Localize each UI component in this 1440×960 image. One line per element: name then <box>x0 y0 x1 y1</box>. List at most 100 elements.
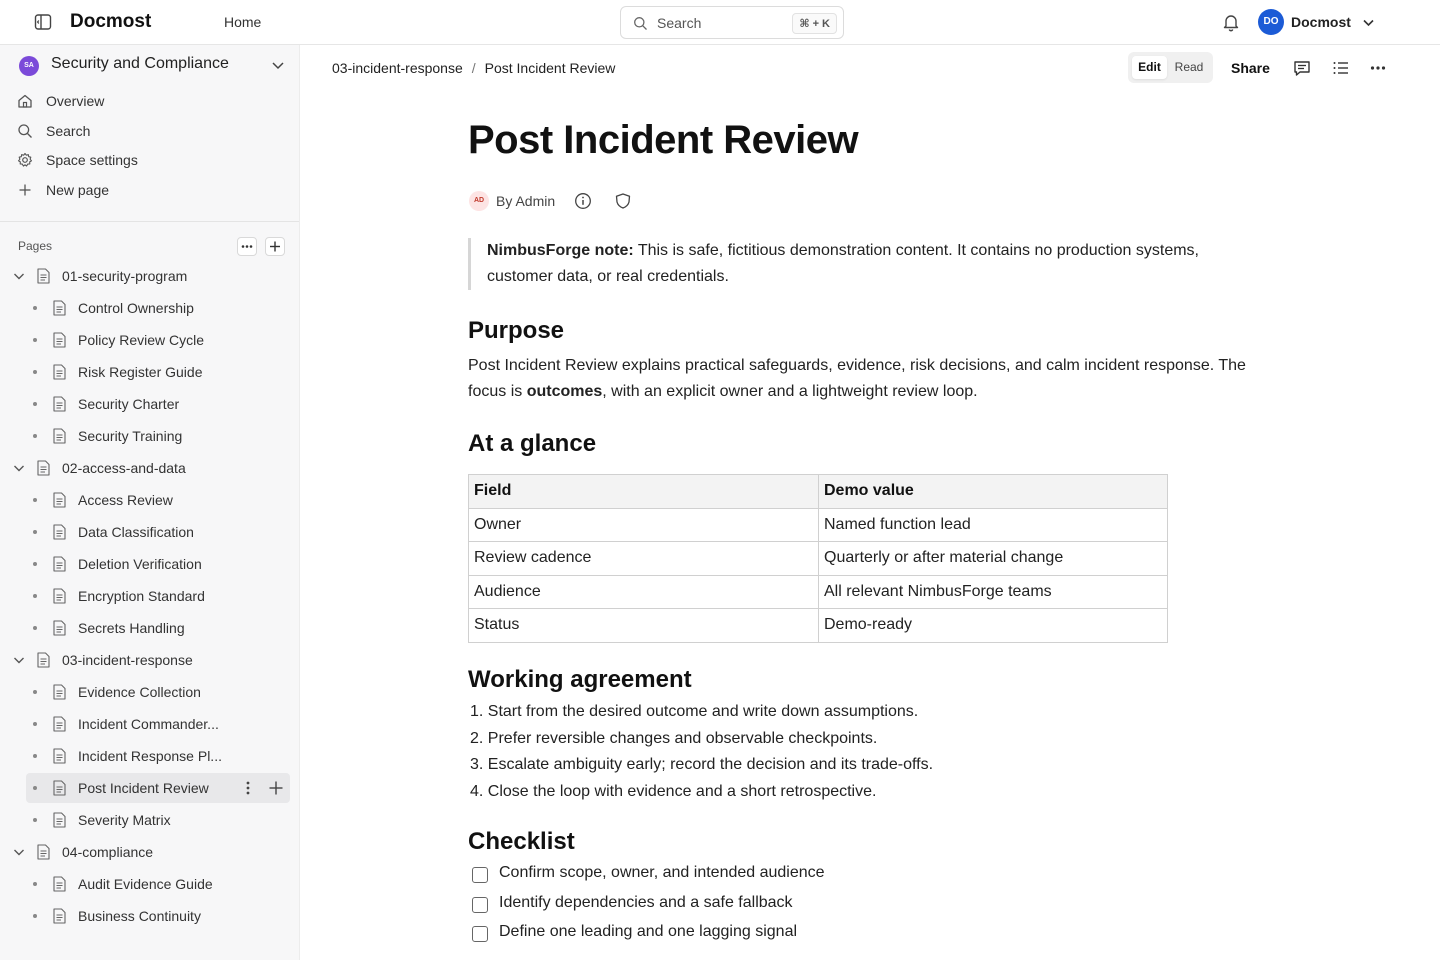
chevron-down-icon[interactable] <box>12 461 26 475</box>
pages-more-button[interactable] <box>237 237 257 256</box>
page-icon <box>53 332 66 348</box>
plus-icon[interactable] <box>268 780 284 796</box>
info-icon[interactable] <box>574 192 592 210</box>
tree-page[interactable]: Incident Response Pl... <box>0 741 299 771</box>
share-button[interactable]: Share <box>1231 60 1270 76</box>
chevron-down-icon[interactable] <box>1362 16 1375 29</box>
edit-mode-button[interactable]: Edit <box>1132 56 1167 79</box>
tree-page[interactable]: Data Classification <box>0 517 299 547</box>
tree-page[interactable]: Policy Review Cycle <box>0 325 299 355</box>
more-options-icon[interactable] <box>1369 59 1387 77</box>
tree-page[interactable]: Evidence Collection <box>0 677 299 707</box>
read-mode-button[interactable]: Read <box>1171 56 1207 79</box>
working-agreement-list: 1. Start from the desired outcome and wr… <box>470 699 933 805</box>
tree-folder[interactable]: 01-security-program <box>0 261 299 291</box>
tree-page[interactable]: Access Review <box>0 485 299 515</box>
tree-bullet <box>33 626 37 630</box>
comment-icon[interactable] <box>1293 59 1311 77</box>
checklist-item-label: Identify dependencies and a safe fallbac… <box>499 893 793 911</box>
tree-page[interactable]: Business Continuity <box>0 901 299 931</box>
table-cell: Demo-ready <box>818 608 1168 643</box>
tree-item-label: Incident Commander... <box>78 716 219 732</box>
user-menu[interactable]: Docmost <box>1291 14 1351 30</box>
sidebar-item-space-settings[interactable]: Space settings <box>0 145 299 175</box>
breadcrumb: 03-incident-response / Post Incident Revie… <box>332 60 615 76</box>
table-row: Audience All relevant NimbusForge teams <box>468 574 1168 609</box>
breadcrumb-item[interactable]: Post Incident Review <box>485 60 616 76</box>
tree-page[interactable]: Encryption Standard <box>0 581 299 611</box>
tree-folder[interactable]: 02-access-and-data <box>0 453 299 483</box>
page-icon <box>53 396 66 412</box>
sidebar-item-search[interactable]: Search <box>0 116 299 146</box>
page-icon <box>53 428 66 444</box>
breadcrumb-item[interactable]: 03-incident-response <box>332 60 463 76</box>
tree-folder[interactable]: 04-compliance <box>0 837 299 867</box>
avatar[interactable]: DO <box>1258 9 1284 35</box>
chevron-down-icon <box>271 58 285 72</box>
page-icon <box>53 588 66 604</box>
page-icon <box>53 908 66 924</box>
space-switcher[interactable]: SA Security and Compliance <box>0 45 299 85</box>
tree-page[interactable]: Severity Matrix <box>0 805 299 835</box>
app-logo[interactable]: Docmost <box>70 11 151 33</box>
add-page-button[interactable] <box>265 237 285 256</box>
page-icon <box>53 620 66 636</box>
table-header-row: Field Demo value <box>468 474 1168 509</box>
heading-checklist: Checklist <box>468 828 575 855</box>
tree-item-label: 04-compliance <box>62 844 154 860</box>
tree-page[interactable]: Risk Register Guide <box>0 357 299 387</box>
tree-item-label: Incident Response Pl... <box>78 748 222 764</box>
chevron-down-icon[interactable] <box>12 845 26 859</box>
checkbox[interactable] <box>472 896 488 913</box>
tree-page[interactable]: Security Training <box>0 421 299 451</box>
tree-item-label: Deletion Verification <box>78 556 202 572</box>
tree-item-label: Security Charter <box>78 396 180 412</box>
page-title[interactable]: Post Incident Review <box>468 118 859 163</box>
tree-page[interactable]: Secrets Handling <box>0 613 299 643</box>
table-cell: Quarterly or after material change <box>818 541 1168 576</box>
sidebar-toggle-icon[interactable] <box>34 13 52 31</box>
checkbox[interactable] <box>472 926 488 942</box>
edit-read-toggle: Edit Read <box>1128 52 1213 83</box>
callout-note: NimbusForge note: This is safe, fictitio… <box>468 238 1258 290</box>
page-icon <box>53 812 66 828</box>
table-cell: Status <box>468 608 819 643</box>
table-of-contents-icon[interactable] <box>1332 59 1350 77</box>
tree-page[interactable]: Control Ownership <box>0 293 299 323</box>
heading-working-agreement: Working agreement <box>468 666 692 693</box>
sidebar-item-label: Space settings <box>46 152 138 168</box>
chevron-down-icon[interactable] <box>12 269 26 283</box>
search-button[interactable]: Search ⌘ + K <box>620 6 844 39</box>
bell-icon[interactable] <box>1221 12 1241 32</box>
sidebar-item-new-page[interactable]: New page <box>0 175 299 205</box>
list-item: 4. Close the loop with evidence and a sh… <box>470 782 877 800</box>
space-name: Security and Compliance <box>51 55 229 72</box>
kebab-menu-icon[interactable] <box>240 780 256 796</box>
tree-page[interactable]: Security Charter <box>0 389 299 419</box>
table-cell: Owner <box>468 507 819 542</box>
tree-bullet <box>33 338 37 342</box>
page-icon <box>53 364 66 380</box>
page-icon <box>53 684 66 700</box>
tree-bullet <box>33 818 37 822</box>
tree-page[interactable]: Incident Commander... <box>0 709 299 739</box>
tree-folder[interactable]: 03-incident-response <box>0 645 299 675</box>
page-icon <box>53 556 66 572</box>
shield-icon[interactable] <box>614 192 632 210</box>
chevron-down-icon[interactable] <box>12 653 26 667</box>
gear-icon <box>17 152 33 168</box>
sidebar-item-label: Overview <box>46 93 105 109</box>
home-link[interactable]: Home <box>224 14 261 30</box>
tree-page[interactable]: Deletion Verification <box>0 549 299 579</box>
tree-item-label: Encryption Standard <box>78 588 205 604</box>
list-item: 1. Start from the desired outcome and wr… <box>470 703 919 720</box>
page-icon <box>53 524 66 540</box>
tree-page[interactable]: Audit Evidence Guide <box>0 869 299 899</box>
sidebar-item-overview[interactable]: Overview <box>0 86 299 116</box>
tree-item-label: Security Training <box>78 428 183 444</box>
checkbox[interactable] <box>472 867 488 883</box>
tree-page[interactable]: Post Incident Review <box>26 773 290 803</box>
tree-item-label: Post Incident Review <box>78 780 209 796</box>
sidebar-item-label: Search <box>46 123 91 139</box>
tree-bullet <box>33 402 37 406</box>
